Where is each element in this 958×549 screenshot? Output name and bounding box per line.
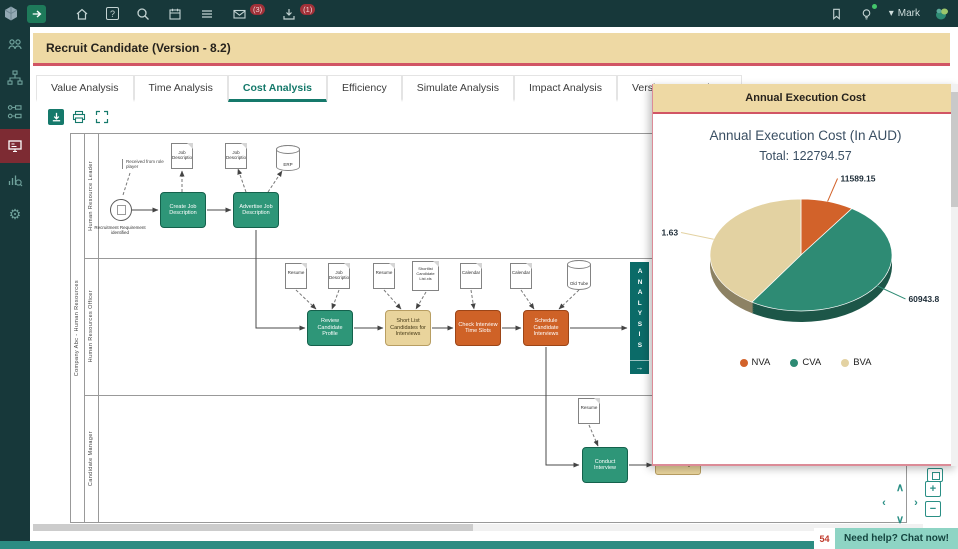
start-event-label: Recruitment Requirement identified [94, 225, 146, 235]
go-arrow-button[interactable] [27, 4, 46, 23]
doc-calendar-1[interactable]: Calendar [460, 263, 482, 289]
idea-bulb-icon[interactable] [859, 3, 877, 22]
annotation-received-from-role-player[interactable]: Received from role player [122, 159, 168, 169]
bookmark-icon[interactable] [829, 6, 845, 22]
page-title: Recruit Candidate (Version - 8.2) [33, 33, 950, 66]
task-short-list-candidates[interactable]: Short List Candidates for Interviews [385, 310, 431, 346]
start-event[interactable] [110, 199, 132, 221]
chat-help-button[interactable]: 54 Need help? Chat now! [814, 528, 958, 549]
datastore-old-tube[interactable]: Old Tube [567, 260, 591, 290]
legend-dot-cva [790, 358, 799, 367]
chat-help-label: Need help? Chat now! [835, 528, 958, 549]
zoom-in-button[interactable]: + [925, 481, 941, 497]
legend-item-bva: BVA [841, 357, 872, 368]
lane-label-3: Candidate Manager [88, 431, 94, 487]
sidebar-item-org-chart[interactable] [0, 61, 30, 95]
task-review-candidate-profile[interactable]: Review Candidate Profile [307, 310, 353, 346]
task-check-interview-time-slots[interactable]: Check Interview Time Slots [455, 310, 501, 346]
topbar: ? (3) (1) ▾ Mark [0, 0, 958, 27]
help-icon[interactable]: ? [106, 7, 119, 20]
app-logo-icon [3, 6, 19, 22]
user-name: Mark [897, 8, 920, 19]
print-icon[interactable] [71, 109, 87, 125]
sidebar: ⚙ [0, 27, 30, 541]
calendar-icon[interactable] [167, 6, 183, 22]
sidebar-item-settings[interactable]: ⚙ [0, 197, 30, 231]
caret-down-icon: ▾ [888, 8, 894, 19]
task-create-job-description[interactable]: Create Job Description [160, 192, 206, 228]
analysis-arrow-icon: → [630, 360, 649, 372]
brand-logo-icon [934, 6, 950, 22]
mail-group[interactable]: (3) [231, 4, 266, 22]
search-icon[interactable] [135, 6, 151, 22]
svg-text:50261.63: 50261.63 [661, 228, 678, 238]
horizontal-scrollbar[interactable] [33, 524, 923, 531]
menu-icon[interactable] [199, 6, 215, 22]
inbox-download-icon[interactable] [281, 6, 297, 22]
pan-down-button[interactable]: ∨ [892, 511, 908, 527]
pan-right-button[interactable]: › [908, 495, 924, 511]
task-schedule-candidate-interviews[interactable]: Schedule Candidate Interviews [523, 310, 569, 346]
svg-text:11589.15: 11589.15 [840, 173, 875, 183]
doc-resume-1[interactable]: Resume [285, 263, 307, 289]
inbox-group[interactable]: (1) [281, 4, 316, 22]
legend-item-nva: NVA [739, 357, 770, 368]
pie-chart: 11589.15 60943.8 50261.63 [661, 173, 939, 323]
pan-up-button[interactable]: ∧ [892, 479, 908, 495]
annual-execution-cost-panel: Annual Execution Cost Annual Execution C… [652, 84, 958, 466]
thumbnail-view-button[interactable] [927, 468, 943, 482]
vertical-scrollbar[interactable] [951, 84, 958, 466]
doc-resume-2[interactable]: Resume [373, 263, 395, 289]
svg-text:60943.8: 60943.8 [908, 294, 939, 304]
horizontal-scrollbar-thumb[interactable] [33, 524, 473, 531]
fullscreen-icon[interactable] [94, 109, 110, 125]
gear-icon: ⚙ [8, 206, 22, 222]
legend-dot-nva [739, 358, 748, 367]
doc-job-description-3[interactable]: Job Description [328, 263, 350, 289]
tab-cost-analysis[interactable]: Cost Analysis [227, 75, 327, 102]
lane-label-1: Human Resource Leader [88, 160, 94, 231]
lane-label-2: Human Resources Officer [88, 290, 94, 363]
pie-chart-wrap: 11589.15 60943.8 50261.63 [661, 167, 951, 345]
task-advertise-job-description[interactable]: Advertise Job Description [233, 192, 279, 228]
tab-time-analysis[interactable]: Time Analysis [133, 75, 228, 102]
sidebar-item-analytics[interactable] [0, 163, 30, 197]
tab-impact-analysis[interactable]: Impact Analysis [514, 75, 617, 102]
user-menu[interactable]: ▾ Mark [889, 8, 920, 19]
tab-efficiency[interactable]: Efficiency [326, 75, 402, 102]
datastore-erp[interactable]: ERP [276, 145, 300, 171]
sidebar-item-workspace-active[interactable] [0, 129, 30, 163]
tab-value-analysis[interactable]: Value Analysis [36, 75, 134, 102]
tab-bar: Value Analysis Time Analysis Cost Analys… [36, 75, 742, 102]
app-window: ? (3) (1) ▾ Mark ⚙ Recruit Candidate (Ve… [0, 0, 958, 549]
doc-job-description-2[interactable]: Job Description [225, 143, 247, 169]
diagram-toolbar [48, 109, 110, 125]
sidebar-item-process[interactable] [0, 95, 30, 129]
legend-dot-bva [841, 358, 850, 367]
home-icon[interactable] [74, 6, 90, 22]
chart-legend: NVA CVA BVA [653, 357, 958, 368]
analysis-bar[interactable]: ANALYSIS → [630, 262, 649, 374]
mail-badge: (3) [250, 4, 266, 15]
mail-icon[interactable] [231, 6, 247, 22]
chat-logo: 54 [814, 528, 835, 549]
sidebar-item-team[interactable] [0, 27, 30, 61]
task-conduct-interview[interactable]: Conduct Interview [582, 447, 628, 483]
tab-simulate-analysis[interactable]: Simulate Analysis [401, 75, 515, 102]
chart-total: Total: 122794.57 [759, 149, 852, 163]
legend-item-cva: CVA [790, 357, 821, 368]
panel-header: Annual Execution Cost [653, 84, 958, 114]
pool-label: Company Abc - Human Resources [74, 279, 80, 377]
doc-resume-3[interactable]: Resume [578, 398, 600, 424]
inbox-badge: (1) [300, 4, 316, 15]
doc-shortlist-candidate-list[interactable]: Shortlist Candidate List.xls [412, 261, 439, 291]
notification-dot [871, 3, 877, 9]
chart-title: Annual Execution Cost (In AUD) [709, 128, 902, 143]
zoom-out-button[interactable]: − [925, 501, 941, 517]
doc-calendar-2[interactable]: Calendar [510, 263, 532, 289]
export-icon[interactable] [48, 109, 64, 125]
vertical-scrollbar-thumb[interactable] [951, 92, 958, 207]
pan-left-button[interactable]: ‹ [876, 495, 892, 511]
doc-job-description-1[interactable]: Job Description [171, 143, 193, 169]
